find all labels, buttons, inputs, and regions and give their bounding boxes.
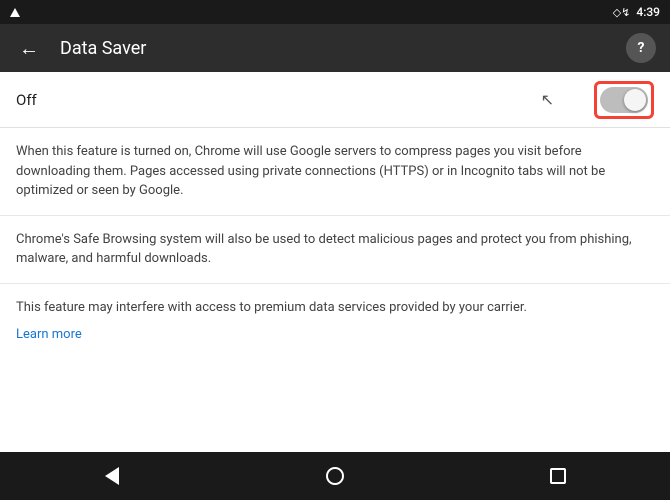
nav-back-icon: [105, 467, 119, 485]
help-icon: ?: [638, 40, 645, 56]
back-arrow-icon: ←: [19, 36, 39, 61]
status-bar-right: ◇↯ 4:39: [613, 5, 660, 19]
toggle-highlight-border: [594, 81, 654, 119]
description-section-1: When this feature is turned on, Chrome w…: [0, 128, 670, 216]
status-bar-left: [10, 8, 613, 17]
description-text-3: This feature may interfere with access t…: [16, 298, 654, 318]
nav-home-icon: [326, 467, 344, 485]
toggle-row: Off ↖: [0, 72, 670, 128]
status-bar: ◇↯ 4:39: [0, 0, 670, 24]
description-text-2: Chrome's Safe Browsing system will also …: [16, 230, 654, 269]
help-button[interactable]: ?: [626, 33, 656, 63]
nav-recents-icon: [550, 468, 566, 484]
toolbar: ← Data Saver ?: [0, 24, 670, 72]
back-button[interactable]: ←: [14, 33, 44, 63]
nav-recents-button[interactable]: [533, 456, 583, 496]
data-saver-toggle[interactable]: [600, 87, 648, 113]
main-content: Off ↖ When this feature is turned on, Ch…: [0, 72, 670, 452]
network-icon: ◇↯: [613, 6, 631, 19]
toggle-label: Off: [16, 91, 541, 109]
page-title: Data Saver: [60, 38, 610, 59]
nav-home-button[interactable]: [310, 456, 360, 496]
warning-icon: [10, 8, 20, 17]
cursor-icon: ↖: [541, 90, 554, 109]
learn-more-link[interactable]: Learn more: [16, 327, 82, 342]
status-time: 4:39: [636, 5, 660, 19]
description-section-2: Chrome's Safe Browsing system will also …: [0, 216, 670, 284]
toggle-knob: [624, 89, 646, 111]
navigation-bar: [0, 452, 670, 500]
description-section-3: This feature may interfere with access t…: [0, 284, 670, 357]
description-text-1: When this feature is turned on, Chrome w…: [16, 142, 654, 201]
nav-back-button[interactable]: [87, 456, 137, 496]
